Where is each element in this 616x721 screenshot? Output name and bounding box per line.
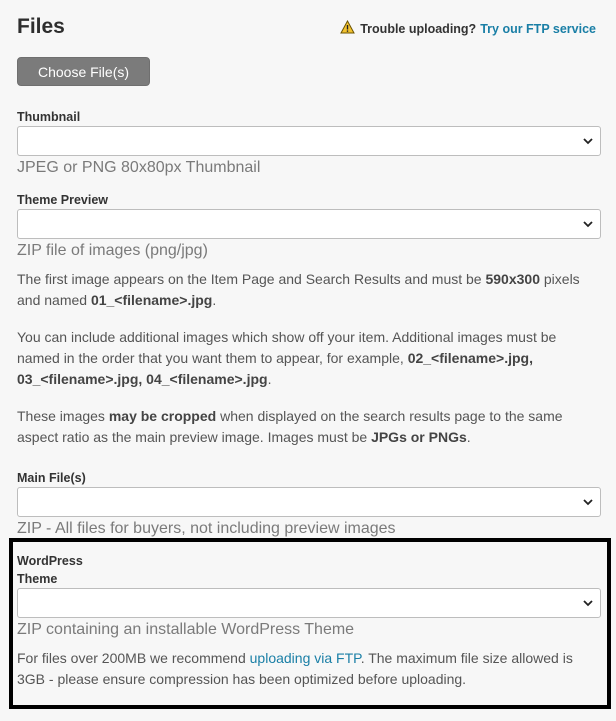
chevron-down-icon <box>583 221 593 228</box>
preview-instructions-3: These images may be cropped when display… <box>17 408 563 445</box>
chevron-down-icon <box>583 600 593 607</box>
ftp-service-link[interactable]: Try our FTP service <box>480 22 596 36</box>
preview-instructions-2: You can include additional images which … <box>17 329 557 387</box>
chevron-down-icon <box>583 499 593 506</box>
thumbnail-hint: JPEG or PNG 80x80px Thumbnail <box>17 159 261 176</box>
choose-files-button[interactable]: Choose File(s) <box>17 57 150 86</box>
main-files-select[interactable] <box>17 487 601 517</box>
theme-preview-label: Theme Preview <box>17 193 109 207</box>
wp-theme-label-line1: WordPress <box>17 554 83 568</box>
uploading-via-ftp-link[interactable]: uploading via FTP <box>250 650 361 666</box>
thumbnail-label: Thumbnail <box>17 110 81 124</box>
wp-theme-label-line2: Theme <box>17 572 58 586</box>
page-title: Files <box>17 15 65 38</box>
main-files-label: Main File(s) <box>17 471 86 485</box>
wp-theme-note: For files over 200MB we recommend upload… <box>17 650 573 687</box>
ftp-help: Trouble uploading? Try our FTP service <box>340 19 596 37</box>
main-files-hint: ZIP - All files for buyers, not includin… <box>17 520 396 537</box>
theme-preview-select[interactable] <box>17 209 601 239</box>
preview-instructions-1: The first image appears on the Item Page… <box>17 271 580 308</box>
warning-icon <box>340 19 356 37</box>
wp-theme-select[interactable] <box>17 588 601 618</box>
wp-theme-hint: ZIP containing an installable WordPress … <box>17 621 355 638</box>
chevron-down-icon <box>583 138 593 145</box>
trouble-text: Trouble uploading? <box>360 21 477 36</box>
theme-preview-hint: ZIP file of images (png/jpg) <box>17 242 208 259</box>
thumbnail-select[interactable] <box>17 126 601 156</box>
